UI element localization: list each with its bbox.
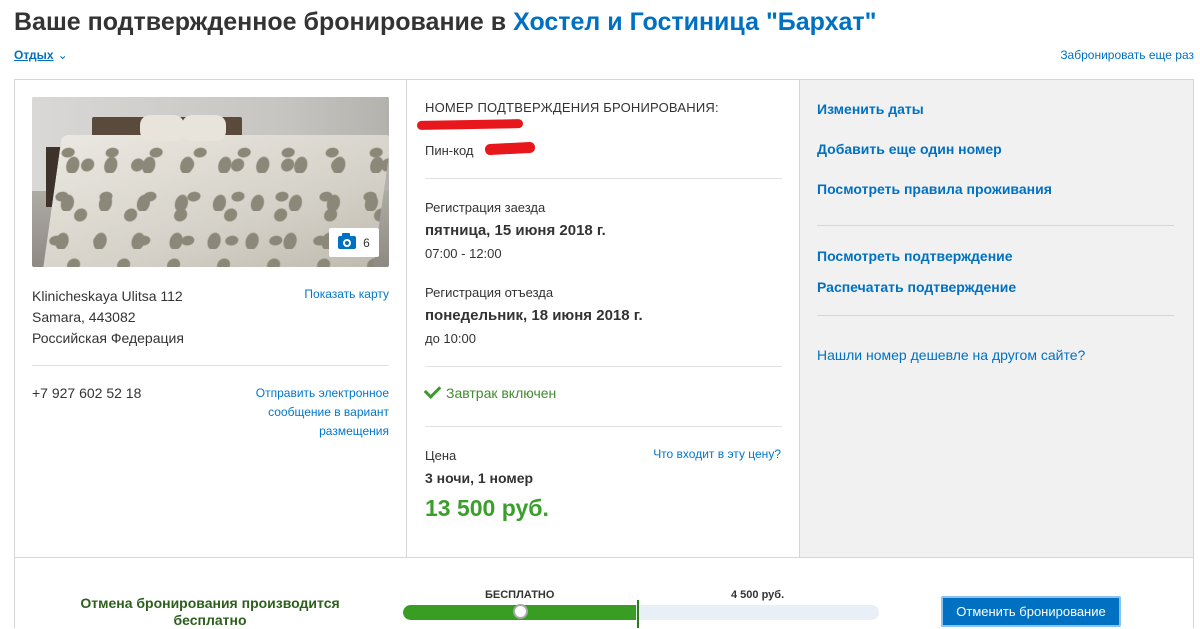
confirmation-number-label: НОМЕР ПОДТВЕРЖДЕНИЯ БРОНИРОВАНИЯ: [425, 100, 719, 115]
total-price: 13 500 руб. [425, 495, 549, 521]
booking-card: 6 Klinicheskaya Ulitsa 112 Samara, 44308… [14, 79, 1194, 558]
divider [425, 366, 782, 367]
photo-count: 6 [363, 235, 370, 250]
show-map-link[interactable]: Показать карту [304, 287, 389, 301]
nights-rooms: 3 ночи, 1 номер [425, 470, 534, 486]
property-address: Klinicheskaya Ulitsa 112 Samara, 443082 … [32, 286, 184, 349]
found-cheaper-link[interactable]: Нашли номер дешевле на другом сайте? [817, 347, 1085, 363]
checkout-date: понедельник, 18 июня 2018 г. [425, 307, 643, 324]
print-confirmation-link[interactable]: Распечатать подтверждение [817, 279, 1016, 295]
price-included-link[interactable]: Что входит в эту цену? [653, 447, 781, 461]
book-again-link[interactable]: Забронировать еще раз [1060, 48, 1194, 62]
divider [425, 178, 782, 179]
price-label: Цена [425, 448, 457, 463]
divider [817, 315, 1174, 316]
divider [817, 225, 1174, 226]
camera-icon [338, 233, 357, 249]
property-column: 6 Klinicheskaya Ulitsa 112 Samara, 44308… [15, 80, 407, 557]
address-line-1: Klinicheskaya Ulitsa 112 [32, 288, 183, 304]
pin-code-label: Пин-код [425, 143, 474, 158]
cancellation-timeline [403, 605, 879, 620]
divider [425, 426, 782, 427]
chevron-down-icon: ⌄ [57, 48, 68, 62]
trip-type-dropdown[interactable]: Отдых ⌄ [14, 48, 68, 62]
view-confirmation-link[interactable]: Посмотреть подтверждение [817, 248, 1013, 264]
fee-period-label: 4 500 руб. [731, 589, 785, 601]
booking-details-column: НОМЕР ПОДТВЕРЖДЕНИЯ БРОНИРОВАНИЯ: Пин-ко… [407, 80, 800, 557]
change-dates-link[interactable]: Изменить даты [817, 101, 924, 117]
address-line-3: Российская Федерация [32, 330, 184, 346]
redaction-mark [416, 119, 524, 130]
actions-column: Изменить даты Добавить еще один номер По… [800, 80, 1193, 557]
breakfast-included: Завтрак включен [423, 381, 557, 401]
hotel-name-link[interactable]: Хостел и Гостиница "Бархат" [513, 8, 876, 36]
cancel-booking-button[interactable]: Отменить бронирование [941, 596, 1121, 627]
breakfast-label: Завтрак включен [446, 385, 557, 401]
redaction-mark [484, 141, 536, 156]
checkin-date: пятница, 15 июня 2018 г. [425, 222, 606, 239]
divider [32, 365, 389, 366]
checkin-time: 07:00 - 12:00 [425, 246, 502, 261]
trip-type-label: Отдых [14, 48, 54, 62]
checkout-label: Регистрация отъезда [425, 285, 554, 300]
cancellation-section: Отмена бронирования производится бесплат… [14, 558, 1194, 628]
send-message-link[interactable]: Отправить электронное сообщение в вариан… [229, 384, 389, 441]
house-rules-link[interactable]: Посмотреть правила проживания [817, 181, 1052, 197]
page-title: Ваше подтвержденное бронирование в Хосте… [14, 8, 877, 37]
page-title-prefix: Ваше подтвержденное бронирование в [14, 8, 507, 36]
timeline-marker [513, 604, 528, 619]
timeline-divider [637, 600, 639, 628]
checkin-label: Регистрация заезда [425, 200, 546, 215]
free-period-label: БЕСПЛАТНО [485, 589, 555, 601]
photo-count-badge[interactable]: 6 [329, 228, 379, 257]
address-line-2: Samara, 443082 [32, 309, 136, 325]
add-room-link[interactable]: Добавить еще один номер [817, 141, 1002, 157]
checkout-time: до 10:00 [425, 331, 476, 346]
room-photo[interactable]: 6 [32, 97, 389, 267]
cancellation-note: Отмена бронирования производится бесплат… [80, 595, 340, 628]
checkmark-icon [423, 381, 442, 400]
property-phone: +7 927 602 52 18 [32, 385, 142, 401]
